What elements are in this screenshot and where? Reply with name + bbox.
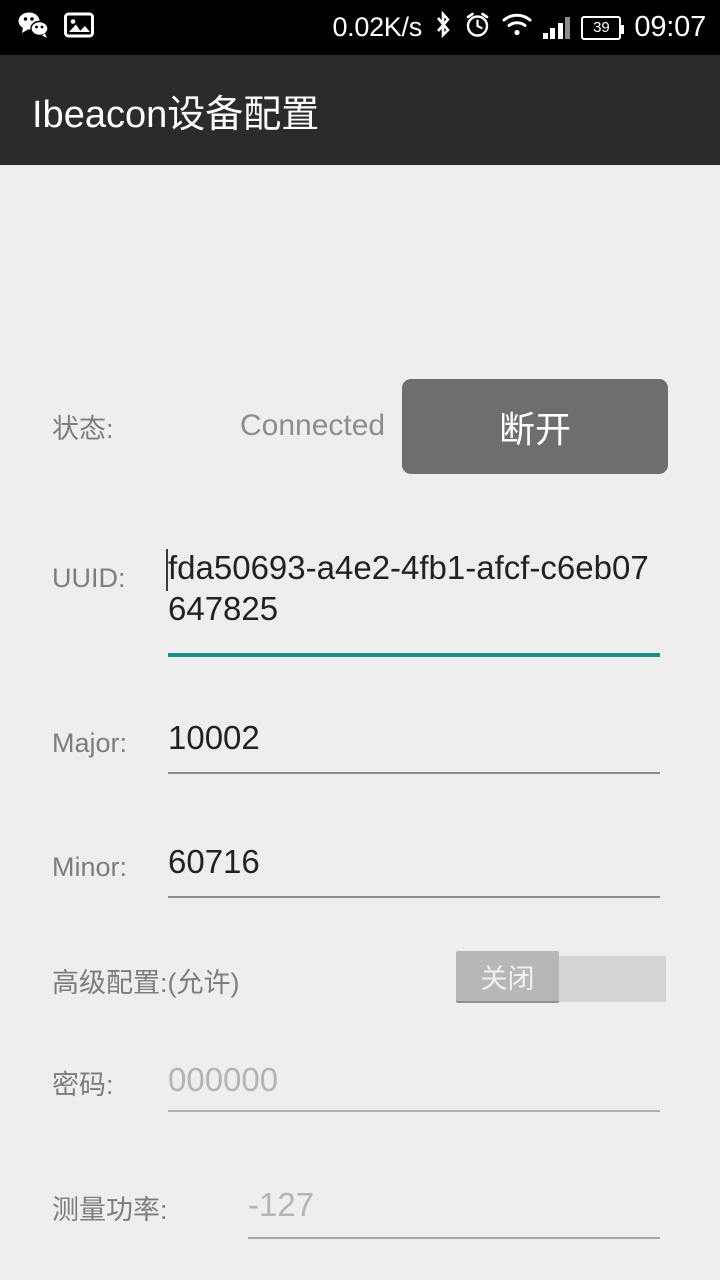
settings-form: 状态: Connected 断开 UUID: fda50693-a4e2-4fb… (0, 165, 720, 1280)
page-title: Ibeacon设备配置 (32, 93, 320, 136)
password-input[interactable]: 000000 (168, 1059, 278, 1100)
uuid-input[interactable]: fda50693-a4e2-4fb1-afcf-c6eb07647825 (168, 548, 660, 629)
action-bar: Ibeacon设备配置 (0, 55, 720, 165)
major-label: Major: (52, 728, 128, 758)
measured-power-underline (248, 1237, 660, 1239)
major-input[interactable]: 10002 (168, 717, 260, 758)
minor-label: Minor: (52, 852, 128, 882)
status-bar-notifications (18, 11, 94, 44)
uuid-label: UUID: (52, 563, 126, 593)
advanced-config-label: 高级配置:(允许) (52, 968, 240, 998)
minor-input[interactable]: 60716 (168, 841, 260, 882)
gallery-icon (64, 11, 94, 44)
measured-power-label: 测量功率: (52, 1195, 168, 1225)
clock-text: 09:07 (634, 11, 706, 43)
bluetooth-icon (433, 10, 453, 44)
wechat-icon (18, 11, 50, 44)
disconnect-button[interactable]: 断开 (402, 379, 668, 474)
alarm-icon (464, 11, 491, 44)
advanced-config-toggle-thumb[interactable]: 关闭 (456, 951, 559, 1003)
wifi-icon (502, 13, 532, 42)
battery-level-text: 39 (593, 19, 610, 36)
uuid-value: fda50693-a4e2-4fb1-afcf-c6eb07647825 (168, 549, 649, 627)
password-label: 密码: (52, 1070, 114, 1100)
measured-power-input[interactable]: -127 (248, 1184, 314, 1225)
password-underline (168, 1110, 660, 1112)
status-bar: 0.02K/s 39 09:07 (0, 0, 720, 55)
status-value: Connected (240, 409, 386, 442)
battery-icon: 39 (581, 15, 625, 40)
status-label: 状态: (52, 414, 114, 444)
advanced-config-toggle[interactable]: 关闭 (456, 951, 666, 1003)
signal-icon (542, 16, 571, 39)
uuid-underline (168, 653, 660, 657)
network-speed-text: 0.02K/s (332, 12, 422, 42)
major-underline (168, 772, 660, 774)
status-bar-system: 0.02K/s 39 09:07 (332, 10, 706, 44)
minor-underline (168, 896, 660, 898)
